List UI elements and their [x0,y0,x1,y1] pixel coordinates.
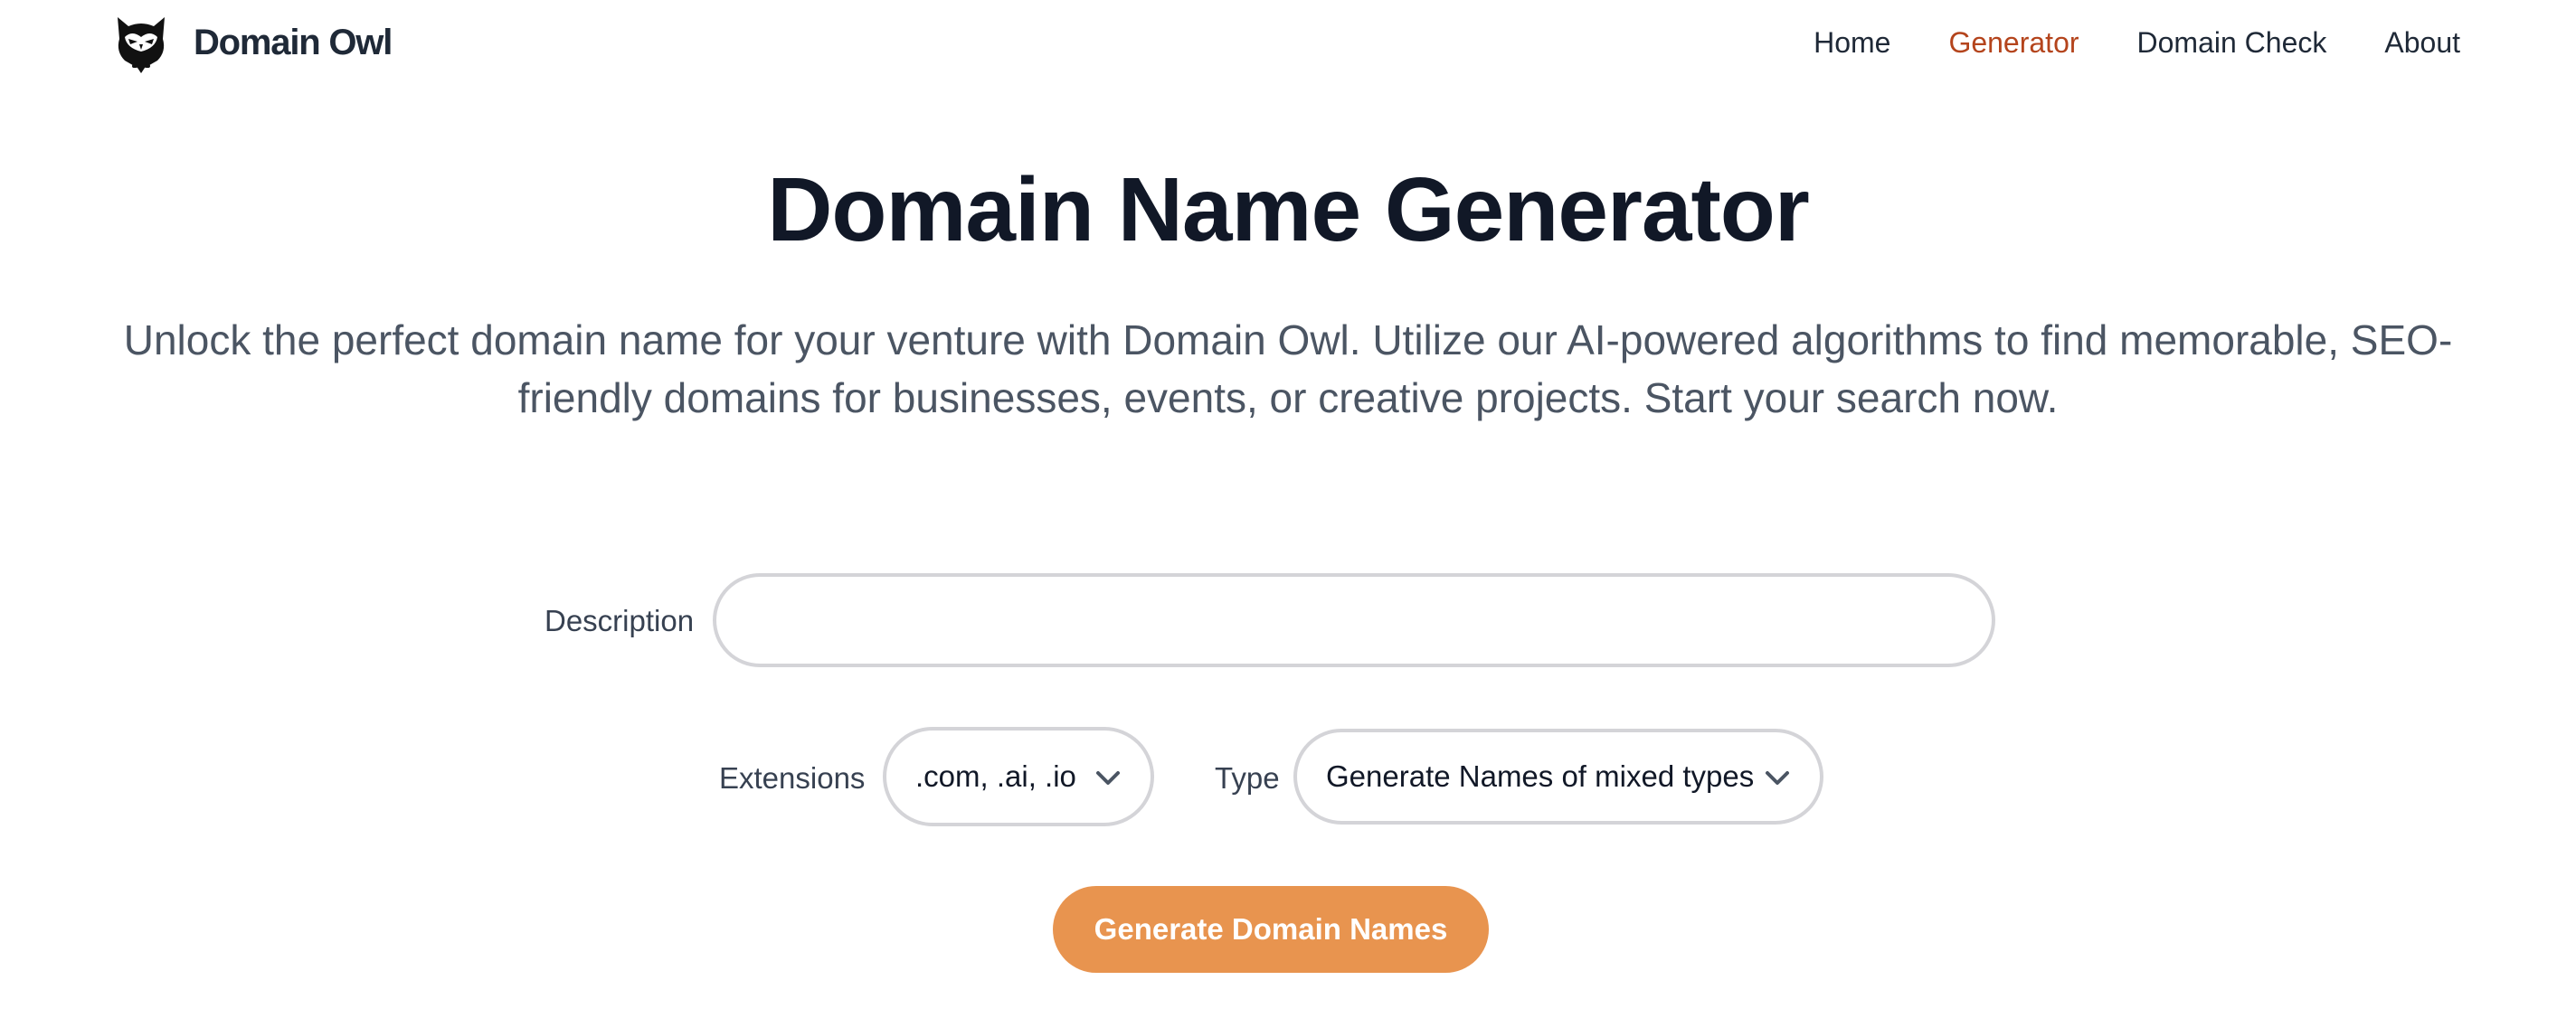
type-label: Type [1215,761,1280,795]
extensions-selected-value: .com, .ai, .io [915,759,1076,793]
page: Domain Owl Home Generator Domain Check A… [0,0,2576,1018]
generate-domain-names-button[interactable]: Generate Domain Names [1053,886,1489,973]
type-selected-value: Generate Names of mixed types [1326,759,1755,793]
chevron-down-icon [1093,768,1123,789]
extensions-select[interactable]: .com, .ai, .io [883,727,1154,826]
type-select[interactable]: Generate Names of mixed types [1293,729,1823,825]
brand-name: Domain Owl [194,22,393,62]
main-nav: Home Generator Domain Check About [1814,16,2460,69]
nav-domain-check[interactable]: Domain Check [2137,26,2327,60]
chevron-down-icon [1762,768,1793,789]
page-subtitle: Unlock the perfect domain name for your … [123,316,2453,421]
nav-generator[interactable]: Generator [1948,26,2079,60]
description-input[interactable] [713,573,1995,667]
description-label: Description [545,604,695,637]
brand-logo-link[interactable]: Domain Owl [112,9,393,76]
extensions-label: Extensions [719,761,866,795]
owl-icon [112,12,170,73]
nav-home[interactable]: Home [1814,26,1890,60]
page-title: Domain Name Generator [767,159,1810,260]
nav-about[interactable]: About [2384,26,2460,60]
